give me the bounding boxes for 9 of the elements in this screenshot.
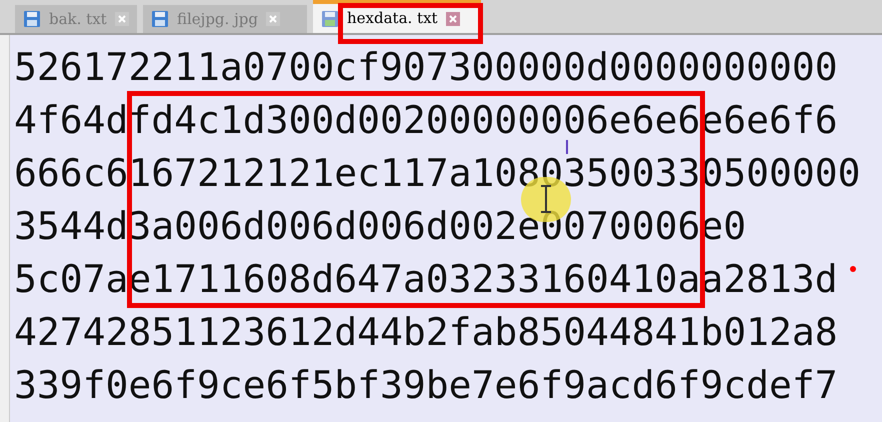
hex-line: 526172211a0700cf907300000d0000000000 bbox=[14, 49, 838, 85]
close-icon[interactable] bbox=[446, 12, 460, 26]
close-icon[interactable] bbox=[114, 12, 129, 26]
hex-line: 42742851123612d44b2fab85044841b012a8 bbox=[14, 314, 838, 350]
close-icon[interactable] bbox=[266, 12, 280, 26]
hex-line: 339f0e6f9ce6f5bf39be7e6f9acd6f9cdef7 bbox=[14, 367, 838, 403]
file-tab[interactable]: filejpg. jpg bbox=[143, 5, 307, 33]
text-caret bbox=[566, 140, 568, 154]
file-tab[interactable]: bak. txt bbox=[15, 5, 137, 33]
